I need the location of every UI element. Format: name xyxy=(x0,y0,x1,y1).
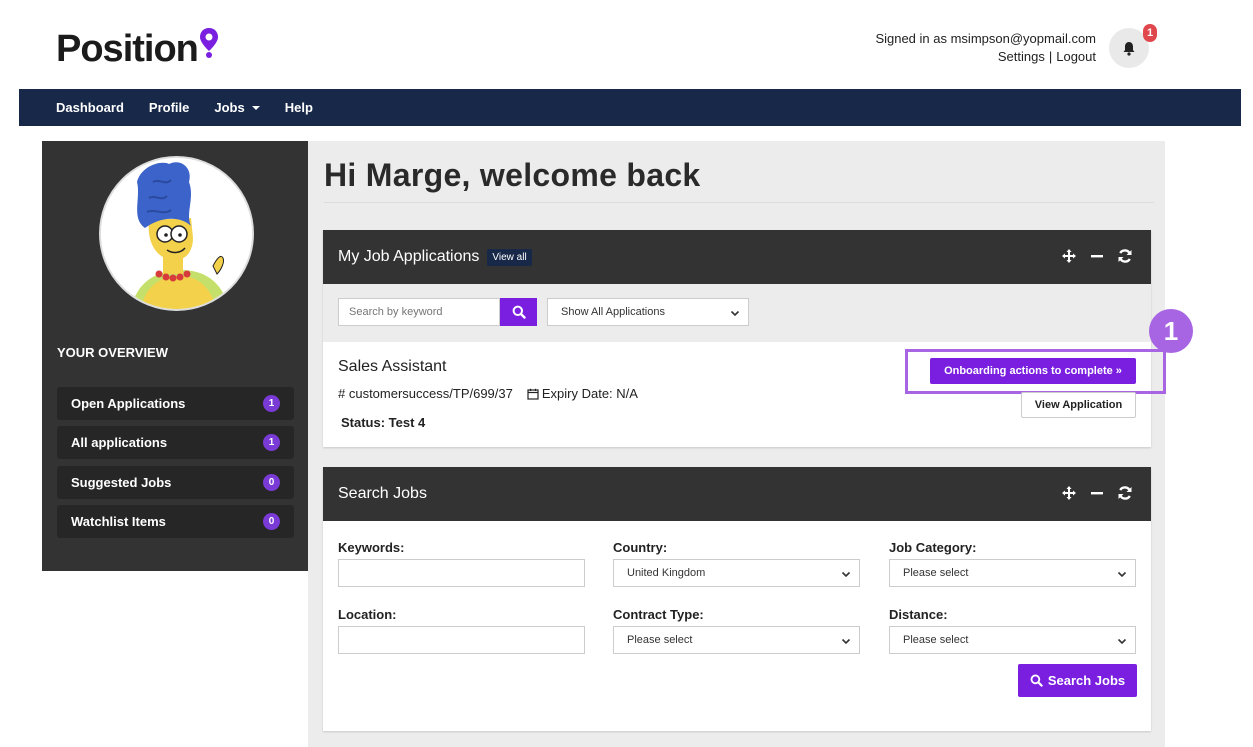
job-title[interactable]: Sales Assistant xyxy=(338,358,447,376)
job-applications-panel: My Job Applications View all Show All xyxy=(323,230,1166,447)
job-reference-line: # customersuccess/TP/699/37 Expiry Date:… xyxy=(338,386,638,401)
chevron-down-icon xyxy=(730,310,740,317)
avatar[interactable] xyxy=(99,156,254,311)
nav-profile-label: Profile xyxy=(148,100,190,115)
move-icon[interactable] xyxy=(1061,485,1077,501)
sidebar-item-label: Suggested Jobs xyxy=(71,475,172,490)
location-pin-icon xyxy=(199,26,219,58)
job-reference: # customersuccess/TP/699/37 xyxy=(338,386,513,401)
contract-type-select[interactable]: Please select xyxy=(613,626,860,654)
country-select[interactable]: United Kingdom xyxy=(613,559,860,587)
job-category-select-value: Please select xyxy=(903,567,969,579)
nav-dashboard-label: Dashboard xyxy=(56,100,124,115)
logout-link[interactable]: Logout xyxy=(1056,48,1096,66)
country-select-value: United Kingdom xyxy=(627,567,706,579)
applications-filter-bar: Show All Applications xyxy=(323,284,1151,342)
distance-select-value: Please select xyxy=(903,634,969,646)
count-badge: 1 xyxy=(263,434,280,451)
count-badge: 0 xyxy=(263,513,280,530)
panel-title: My Job Applications xyxy=(338,248,480,265)
count-badge: 0 xyxy=(263,474,280,491)
search-jobs-button[interactable]: Search Jobs xyxy=(1018,664,1137,697)
applications-filter-select[interactable]: Show All Applications xyxy=(547,298,749,326)
search-button[interactable] xyxy=(500,298,537,326)
panel-title: Search Jobs xyxy=(338,485,427,502)
view-all-button[interactable]: View all xyxy=(487,248,532,266)
main-content: Hi Marge, welcome back My Job Applicatio… xyxy=(308,141,1166,747)
contract-type-select-value: Please select xyxy=(627,634,693,646)
job-category-select[interactable]: Please select xyxy=(889,559,1136,587)
distance-select[interactable]: Please select xyxy=(889,626,1136,654)
chevron-down-icon xyxy=(1117,638,1127,645)
marge-avatar-illustration xyxy=(101,158,252,309)
minimize-icon[interactable] xyxy=(1089,485,1105,501)
sidebar-item-watchlist-items[interactable]: Watchlist Items 0 xyxy=(57,505,294,538)
signed-in-text: Signed in as msimpson@yopmail.com xyxy=(875,31,1096,46)
main-navbar: Dashboard Profile Jobs Help xyxy=(19,89,1241,126)
sidebar-item-label: All applications xyxy=(71,435,168,450)
notification-count-badge: 1 xyxy=(1143,24,1157,42)
nav-jobs-dropdown[interactable]: Jobs xyxy=(214,100,260,115)
calendar-icon xyxy=(527,388,539,400)
location-label: Location: xyxy=(338,607,397,622)
bell-icon xyxy=(1123,41,1135,56)
panel-header: Search Jobs xyxy=(323,467,1151,521)
step-callout-badge: 1 xyxy=(1149,309,1193,353)
minimize-icon[interactable] xyxy=(1089,248,1105,264)
sidebar-item-label: Open Applications xyxy=(71,396,186,411)
search-icon xyxy=(512,305,526,319)
nav-help[interactable]: Help xyxy=(285,100,313,115)
nav-help-label: Help xyxy=(284,100,313,115)
header: Position Signed in as msimpson@yopmail.c… xyxy=(0,0,1253,89)
location-input[interactable] xyxy=(338,626,585,654)
nav-profile[interactable]: Profile xyxy=(149,100,189,115)
count-badge: 1 xyxy=(263,395,280,412)
overview-title: YOUR OVERVIEW xyxy=(57,345,169,360)
logo-text: Position xyxy=(56,28,199,70)
sidebar: YOUR OVERVIEW Open Applications 1 All ap… xyxy=(42,141,308,571)
job-category-label: Job Category: xyxy=(889,540,977,555)
sidebar-item-all-applications[interactable]: All applications 1 xyxy=(57,426,294,459)
filter-select-value: Show All Applications xyxy=(561,306,665,318)
sidebar-item-suggested-jobs[interactable]: Suggested Jobs 0 xyxy=(57,466,294,499)
job-status: Status: Test 4 xyxy=(341,415,426,430)
sidebar-item-open-applications[interactable]: Open Applications 1 xyxy=(57,387,294,420)
page-title: Hi Marge, welcome back xyxy=(324,157,701,193)
search-jobs-button-label: Search Jobs xyxy=(1047,673,1126,688)
refresh-icon[interactable] xyxy=(1117,248,1133,264)
chevron-down-icon xyxy=(841,571,851,578)
refresh-icon[interactable] xyxy=(1117,485,1133,501)
keywords-input[interactable] xyxy=(338,559,585,587)
keywords-label: Keywords: xyxy=(338,540,405,555)
title-divider xyxy=(324,202,1154,203)
sidebar-item-label: Watchlist Items xyxy=(71,514,166,529)
move-icon[interactable] xyxy=(1061,248,1077,264)
contract-type-label: Contract Type: xyxy=(613,607,704,622)
keyword-search-input[interactable] xyxy=(338,298,500,326)
country-label: Country: xyxy=(613,540,668,555)
search-icon xyxy=(1030,674,1043,687)
onboarding-actions-button[interactable]: Onboarding actions to complete » xyxy=(930,358,1136,384)
chevron-down-icon xyxy=(841,638,851,645)
chevron-down-icon xyxy=(1117,571,1127,578)
distance-label: Distance: xyxy=(889,607,948,622)
link-separator: | xyxy=(1048,49,1053,64)
settings-link[interactable]: Settings xyxy=(998,48,1045,66)
search-jobs-form: Keywords: Country: United Kingdom Job Ca… xyxy=(323,521,1151,731)
job-application-row: Sales Assistant # customersuccess/TP/699… xyxy=(323,342,1166,447)
nav-dashboard[interactable]: Dashboard xyxy=(56,100,124,115)
search-jobs-panel: Search Jobs Keywords: Country: United Ki… xyxy=(323,467,1151,731)
view-application-button[interactable]: View Application xyxy=(1021,392,1136,418)
signin-info: Signed in as msimpson@yopmail.com Settin… xyxy=(875,30,1096,66)
position-logo[interactable]: Position xyxy=(56,28,219,71)
caret-down-icon xyxy=(251,105,260,110)
nav-jobs-label: Jobs xyxy=(214,100,245,115)
panel-header: My Job Applications View all xyxy=(323,230,1151,284)
job-expiry-date: Expiry Date: N/A xyxy=(541,386,638,401)
